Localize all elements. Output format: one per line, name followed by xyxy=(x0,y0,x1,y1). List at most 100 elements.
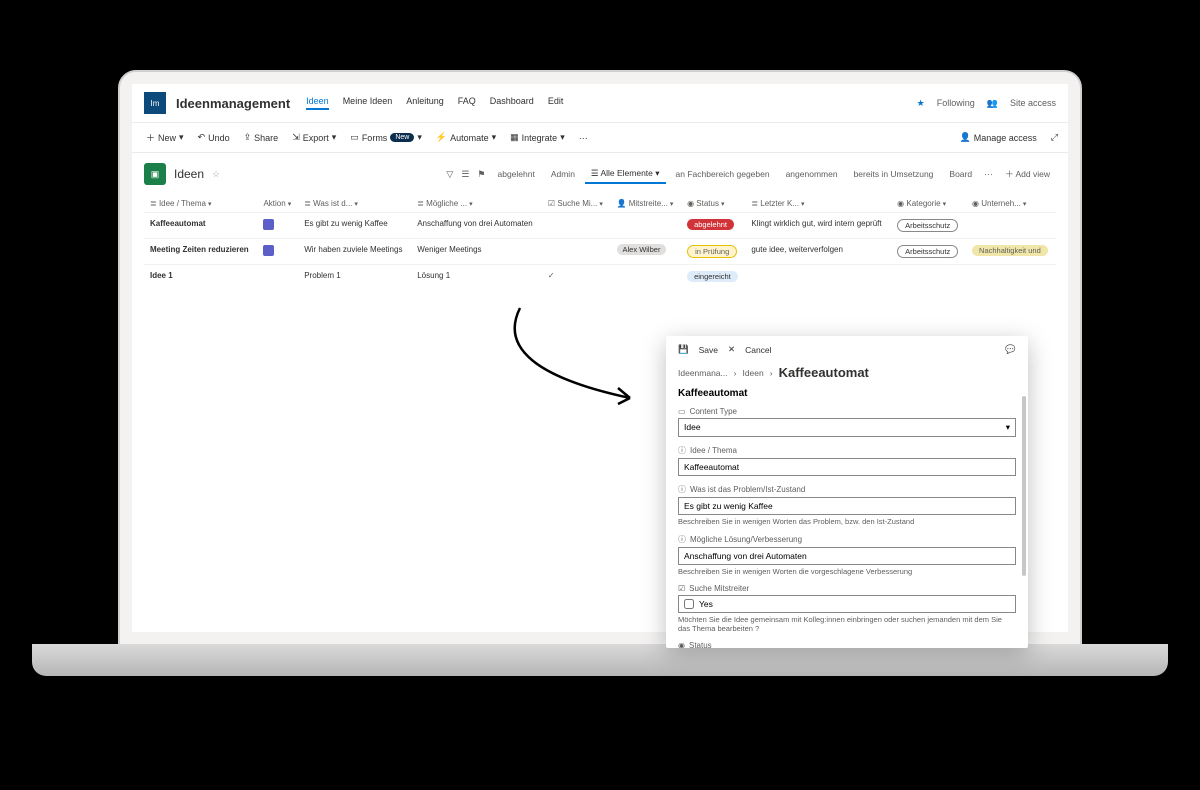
cell-was: Problem 1 xyxy=(298,265,411,289)
text-icon: ⓘ xyxy=(678,484,686,495)
chevron-down-icon: ▾ xyxy=(560,132,565,143)
list-title: Ideen xyxy=(174,167,204,181)
cell-suche: ✓ xyxy=(542,265,611,289)
forms-icon: ▭ xyxy=(350,132,359,143)
view-umsetzung[interactable]: bereits in Umsetzung xyxy=(848,166,940,182)
list-view-icon: ☰ xyxy=(591,168,601,178)
cell-aktion xyxy=(257,213,298,239)
filter-icon[interactable]: ▽ xyxy=(444,167,455,182)
chevron-down-icon: ▾ xyxy=(417,132,422,143)
ct-label: ▭Content Type xyxy=(678,407,1016,416)
col-was[interactable]: ≣ Was ist d...▾ xyxy=(298,195,411,213)
share-button[interactable]: ⇪Share xyxy=(240,130,283,145)
table-row[interactable]: KaffeeautomatEs gibt zu wenig KaffeeAnsc… xyxy=(144,213,1056,239)
nav-dashboard[interactable]: Dashboard xyxy=(490,96,534,110)
problem-hint: Beschreiben Sie in wenigen Worten das Pr… xyxy=(678,517,1016,526)
cell-mit xyxy=(611,265,682,289)
manage-access-button[interactable]: 👤Manage access xyxy=(956,130,1041,145)
col-lsg[interactable]: ≣ Mögliche ...▾ xyxy=(411,195,542,213)
rules-icon[interactable]: ⚑ xyxy=(475,167,487,182)
choice-icon: ◉ xyxy=(687,199,696,208)
list-header: ▣ Ideen ☆ ▽ ☰ ⚑ abgelehnt Admin ☰ Alle E… xyxy=(144,159,1056,189)
cancel-button[interactable]: Cancel xyxy=(745,345,771,355)
choice-icon: ◉ xyxy=(972,199,981,208)
export-icon: ⇲ xyxy=(292,132,300,143)
cell-unt: Nachhaltigkeit und xyxy=(966,239,1056,265)
people-icon: 👥 xyxy=(987,98,998,109)
col-thema[interactable]: ≣ Idee / Thema▾ xyxy=(144,195,257,213)
nav-faq[interactable]: FAQ xyxy=(458,96,476,110)
table-row[interactable]: Idee 1Problem 1Lösung 1✓eingereicht xyxy=(144,265,1056,289)
forms-button[interactable]: ▭Forms New ▾ xyxy=(346,130,426,145)
chevron-down-icon: ▾ xyxy=(179,132,184,143)
lsg-input[interactable]: Anschaffung von drei Automaten xyxy=(678,547,1016,565)
site-logo[interactable]: Im xyxy=(144,92,166,114)
cell-status: in Prüfung xyxy=(681,239,745,265)
mit-hint: Möchten Sie die Idee gemeinsam mit Kolle… xyxy=(678,615,1016,633)
favorite-icon[interactable]: ☆ xyxy=(212,169,220,180)
automate-button[interactable]: ⚡Automate ▾ xyxy=(432,130,500,145)
check-icon: ✓ xyxy=(548,271,555,280)
more-button[interactable]: ··· xyxy=(575,131,592,145)
cell-kat xyxy=(891,265,966,289)
bc-root[interactable]: Ideenmana... xyxy=(678,368,728,378)
following-button[interactable]: Following xyxy=(937,98,975,108)
expand-icon[interactable]: ⤢ xyxy=(1051,132,1058,143)
status-label: ◉Status xyxy=(678,641,1016,648)
mit-checkbox[interactable]: Yes xyxy=(678,595,1016,613)
scrollbar[interactable] xyxy=(1022,396,1026,576)
thema-label: ⓘIdee / Thema xyxy=(678,445,1016,456)
yesno-icon: ☑ xyxy=(678,584,685,593)
comment-icon[interactable]: 💬 xyxy=(1005,344,1016,355)
integrate-button[interactable]: ▦Integrate ▾ xyxy=(506,130,569,145)
status-pill: in Prüfung xyxy=(687,245,737,258)
thema-input[interactable]: Kaffeeautomat xyxy=(678,458,1016,476)
col-suche[interactable]: ☑ Suche Mi...▾ xyxy=(542,195,611,213)
cell-aktion xyxy=(257,239,298,265)
table-row[interactable]: Meeting Zeiten reduzierenWir haben zuvie… xyxy=(144,239,1056,265)
col-unt[interactable]: ◉ Unterneh...▾ xyxy=(966,195,1056,213)
top-nav: Ideen Meine Ideen Anleitung FAQ Dashboar… xyxy=(306,96,563,110)
export-button[interactable]: ⇲Export ▾ xyxy=(288,130,340,145)
col-kat[interactable]: ◉ Kategorie▾ xyxy=(891,195,966,213)
problem-label: ⓘWas ist das Problem/Ist-Zustand xyxy=(678,484,1016,495)
breadcrumb: Ideenmana...› Ideen› Kaffeeautomat xyxy=(678,365,1016,380)
share-icon: ⇪ xyxy=(244,132,252,143)
teams-icon[interactable] xyxy=(263,219,274,230)
cell-suche xyxy=(542,239,611,265)
view-alle-elemente[interactable]: ☰ Alle Elemente ▾ xyxy=(585,165,666,184)
view-admin[interactable]: Admin xyxy=(545,166,581,182)
col-komm[interactable]: ≣ Letzter K...▾ xyxy=(745,195,891,213)
problem-input[interactable]: Es gibt zu wenig Kaffee xyxy=(678,497,1016,515)
nav-anleitung[interactable]: Anleitung xyxy=(406,96,444,110)
add-view-button[interactable]: ＋ Add view xyxy=(999,165,1056,183)
view-angenommen[interactable]: angenommen xyxy=(780,166,844,182)
view-abgelehnt[interactable]: abgelehnt xyxy=(491,166,540,182)
teams-icon[interactable] xyxy=(263,245,274,256)
nav-ideen[interactable]: Ideen xyxy=(306,96,329,110)
col-mit[interactable]: 👤 Mitstreite...▾ xyxy=(611,195,682,213)
group-icon[interactable]: ☰ xyxy=(459,167,471,182)
undo-button[interactable]: ↶Undo xyxy=(194,130,234,145)
integrate-icon: ▦ xyxy=(510,132,519,143)
nav-meine-ideen[interactable]: Meine Ideen xyxy=(343,96,393,110)
more-views[interactable]: ··· xyxy=(982,167,995,181)
cell-lsg: Anschaffung von drei Automaten xyxy=(411,213,542,239)
list-icon: ▣ xyxy=(144,163,166,185)
person-icon: 👤 xyxy=(617,199,629,208)
ct-select[interactable]: Idee▾ xyxy=(678,418,1016,437)
cell-unt xyxy=(966,213,1056,239)
view-board[interactable]: Board xyxy=(943,166,978,182)
col-aktion[interactable]: Aktion▾ xyxy=(257,195,298,213)
bc-list[interactable]: Ideen xyxy=(742,368,763,378)
nav-edit[interactable]: Edit xyxy=(548,96,564,110)
chevron-down-icon: ▾ xyxy=(332,132,337,143)
new-button[interactable]: ＋New ▾ xyxy=(142,129,188,146)
site-access-button[interactable]: Site access xyxy=(1010,98,1056,108)
view-fachbereich[interactable]: an Fachbereich gegeben xyxy=(670,166,776,182)
col-status[interactable]: ◉ Status▾ xyxy=(681,195,745,213)
save-button[interactable]: Save xyxy=(699,345,718,355)
chevron-down-icon: ▾ xyxy=(1006,422,1010,433)
cell-title: Kaffeeautomat xyxy=(144,213,257,239)
person-chip[interactable]: Alex Wilber xyxy=(617,244,667,255)
